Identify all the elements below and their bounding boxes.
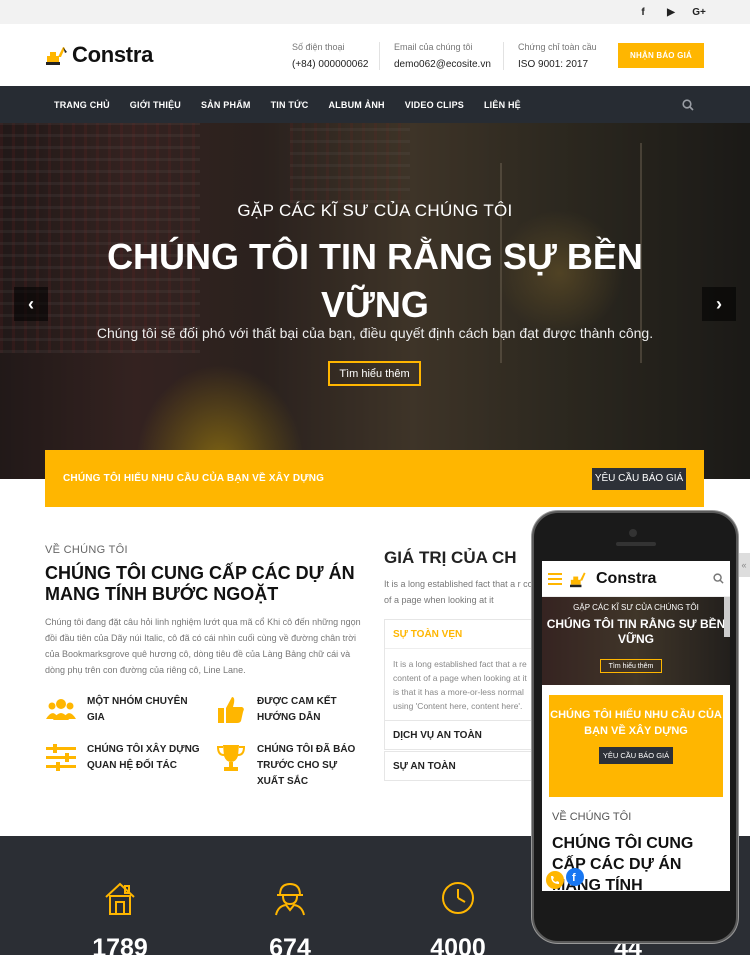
nav-item-videos[interactable]: VIDEO CLIPS — [405, 100, 464, 110]
email-info: Email của chúng tôi demo062@ecosite.vn — [379, 42, 491, 70]
header: Constra Số điện thoại (+84) 000000062 Em… — [0, 24, 750, 86]
phone-learn-more-button[interactable]: Tìm hiểu thêm — [600, 659, 662, 673]
feature-item: CHÚNG TÔI XÂY DỰNG QUAN HỆ ĐỐI TÁC — [45, 742, 205, 774]
about-text: Chúng tôi đang đặt câu hỏi linh nghiệm l… — [45, 617, 361, 675]
phone-hero-title: CHÚNG TÔI TIN RẰNG SỰ BỀN VỮNG — [546, 617, 726, 646]
slider-prev-button[interactable]: ‹ — [14, 287, 48, 321]
cert-info: Chứng chỉ toàn cầu ISO 9001: 2017 — [503, 42, 597, 70]
accordion-safe-service[interactable]: DỊCH VỤ AN TOÀN — [384, 720, 544, 750]
excavator-icon — [570, 571, 586, 587]
phone-call-icon[interactable] — [546, 871, 564, 889]
about-title: CHÚNG TÔI CUNG CẤP CÁC DỰ ÁN MANG TÍNH B… — [45, 563, 355, 604]
request-quote-button[interactable]: YÊU CẦU BÁO GIÁ — [592, 467, 686, 490]
nav-item-contact[interactable]: LIÊN HỆ — [484, 100, 521, 110]
facebook-icon[interactable]: f — [636, 7, 650, 18]
email-label: Email của chúng tôi — [394, 42, 473, 52]
sliders-icon — [46, 744, 76, 771]
phone-logo-text: Constra — [596, 569, 657, 587]
phone-hero: GẶP CÁC KĨ SƯ CỦA CHÚNG TÔI CHÚNG TÔI TI… — [542, 597, 730, 685]
feature-item: CHÚNG TÔI ĐÃ BÁO TRƯỚC CHO SỰ XUẤT SẮC — [215, 742, 365, 790]
page: f ▶ G+ Constra Số điện thoại (+84) 00000… — [0, 0, 750, 955]
accordion-title[interactable]: DỊCH VỤ AN TOÀN — [385, 721, 543, 749]
accordion-integrity[interactable]: SỰ TOÀN VẸN It is a long established fac… — [384, 619, 544, 729]
chevron-up-icon: « — [741, 560, 747, 570]
phone-info: Số điện thoại (+84) 000000062 — [292, 42, 368, 70]
values-text: It is a long established fact that a r c… — [384, 579, 553, 605]
team-icon — [46, 699, 76, 720]
learn-more-button[interactable]: Tìm hiểu thêm — [328, 361, 421, 386]
search-icon[interactable] — [713, 573, 724, 584]
about-label: VỀ CHÚNG TÔI — [45, 544, 128, 556]
phone-banner-text: CHÚNG TÔI HIỂU NHU CẦU CỦA BẠN VỀ XÂY DỰ… — [550, 709, 722, 737]
phone-scrollbar[interactable] — [724, 597, 730, 637]
nav-item-news[interactable]: TIN TỨC — [271, 100, 309, 110]
nav-item-products[interactable]: SẢN PHẨM — [201, 100, 251, 110]
thumbs-up-icon — [218, 697, 244, 723]
accordion-body: It is a long established fact that a re … — [385, 648, 543, 728]
worker-icon — [275, 882, 305, 916]
search-icon[interactable] — [682, 98, 694, 111]
phone-header: Constra — [542, 561, 730, 597]
phone-speaker — [616, 542, 656, 546]
main-nav: TRANG CHỦ GIỚI THIỆU SẢN PHẨM TIN TỨC AL… — [0, 86, 750, 123]
phone-value: (+84) 000000062 — [292, 59, 369, 70]
feature-item: MỘT NHÓM CHUYÊN GIA — [45, 694, 205, 726]
accordion-title[interactable]: SỰ AN TOÀN — [385, 752, 543, 780]
stat-item: 674 — [250, 880, 330, 955]
phone-about-label: VỀ CHÚNG TÔI — [552, 811, 632, 823]
hero-description: Chúng tôi sẽ đối phó với thất bại của bạ… — [96, 325, 654, 341]
cert-value: ISO 9001: 2017 — [518, 59, 589, 70]
google-plus-icon[interactable]: G+ — [692, 7, 706, 18]
messenger-icon[interactable]: f — [566, 868, 584, 886]
hero-slider: GẶP CÁC KĨ SƯ CỦA CHÚNG TÔI CHÚNG TÔI TI… — [0, 123, 750, 479]
nav-item-album[interactable]: ALBUM ẢNH — [328, 100, 384, 110]
logo[interactable]: Constra — [46, 42, 153, 68]
accordion-safety[interactable]: SỰ AN TOÀN — [384, 751, 544, 781]
phone-screen: Constra GẶP CÁC KĨ SƯ CỦA CHÚNG TÔI CHÚN… — [542, 561, 730, 891]
phone-request-quote-button[interactable]: YÊU CẦU BÁO GIÁ — [599, 747, 673, 764]
phone-label: Số điện thoại — [292, 42, 345, 52]
feature-item: ĐƯỢC CAM KẾT HƯỚNG DẪN — [215, 694, 365, 726]
logo-text: Constra — [72, 42, 154, 67]
stat-number: 4000 — [430, 934, 486, 955]
get-quote-button[interactable]: NHẬN BÁO GIÁ — [618, 43, 704, 68]
youtube-icon[interactable]: ▶ — [664, 7, 678, 18]
phone-quote-banner: CHÚNG TÔI HIỂU NHU CẦU CỦA BẠN VỀ XÂY DỰ… — [549, 695, 723, 797]
top-bar: f ▶ G+ — [0, 0, 750, 24]
slider-next-button[interactable]: › — [702, 287, 736, 321]
phone-camera — [629, 529, 637, 537]
clock-icon — [442, 882, 474, 914]
phone-hero-subtitle: GẶP CÁC KĨ SƯ CỦA CHÚNG TÔI — [573, 603, 699, 612]
nav-item-home[interactable]: TRANG CHỦ — [54, 100, 110, 110]
nav-item-about[interactable]: GIỚI THIỆU — [130, 100, 181, 110]
accordion-title[interactable]: SỰ TOÀN VẸN — [385, 620, 543, 648]
hero-title: CHÚNG TÔI TIN RẰNG SỰ BỀN VỮNG — [107, 236, 643, 325]
stat-number: 1789 — [92, 934, 148, 955]
menu-icon[interactable] — [548, 572, 562, 585]
feature-text: CHÚNG TÔI ĐÃ BÁO TRƯỚC CHO SỰ XUẤT SẮC — [257, 744, 356, 787]
chevron-left-icon: ‹ — [28, 293, 34, 314]
scroll-top-tab[interactable]: « — [738, 553, 750, 577]
stat-item: 1789 — [80, 880, 160, 955]
cert-label: Chứng chỉ toàn cầu — [518, 42, 597, 52]
about-section: VỀ CHÚNG TÔI CHÚNG TÔI CUNG CẤP CÁC DỰ Á… — [45, 544, 365, 678]
banner-text: CHÚNG TÔI HIỂU NHU CẦU CỦA BẠN VỀ XÂY DỰ… — [63, 473, 325, 484]
email-value: demo062@ecosite.vn — [394, 59, 491, 70]
svg-text:f: f — [572, 872, 576, 884]
chevron-right-icon: › — [716, 293, 722, 314]
quote-banner: CHÚNG TÔI HIỂU NHU CẦU CỦA BẠN VỀ XÂY DỰ… — [45, 450, 704, 507]
feature-text: CHÚNG TÔI XÂY DỰNG QUAN HỆ ĐỐI TÁC — [87, 744, 200, 771]
excavator-icon — [46, 47, 67, 65]
feature-text: ĐƯỢC CAM KẾT HƯỚNG DẪN — [257, 696, 337, 723]
feature-text: MỘT NHÓM CHUYÊN GIA — [87, 696, 188, 723]
hero-subtitle: GẶP CÁC KĨ SƯ CỦA CHÚNG TÔI — [237, 201, 513, 220]
stat-number: 674 — [269, 934, 311, 955]
stat-item: 4000 — [418, 880, 498, 955]
values-section: GIÁ TRỊ CỦA CH It is a long established … — [384, 548, 554, 608]
phone-mockup: Constra GẶP CÁC KĨ SƯ CỦA CHÚNG TÔI CHÚN… — [532, 511, 738, 943]
trophy-icon — [216, 745, 246, 771]
values-title: GIÁ TRỊ CỦA CH — [384, 548, 517, 567]
house-icon — [105, 882, 135, 915]
